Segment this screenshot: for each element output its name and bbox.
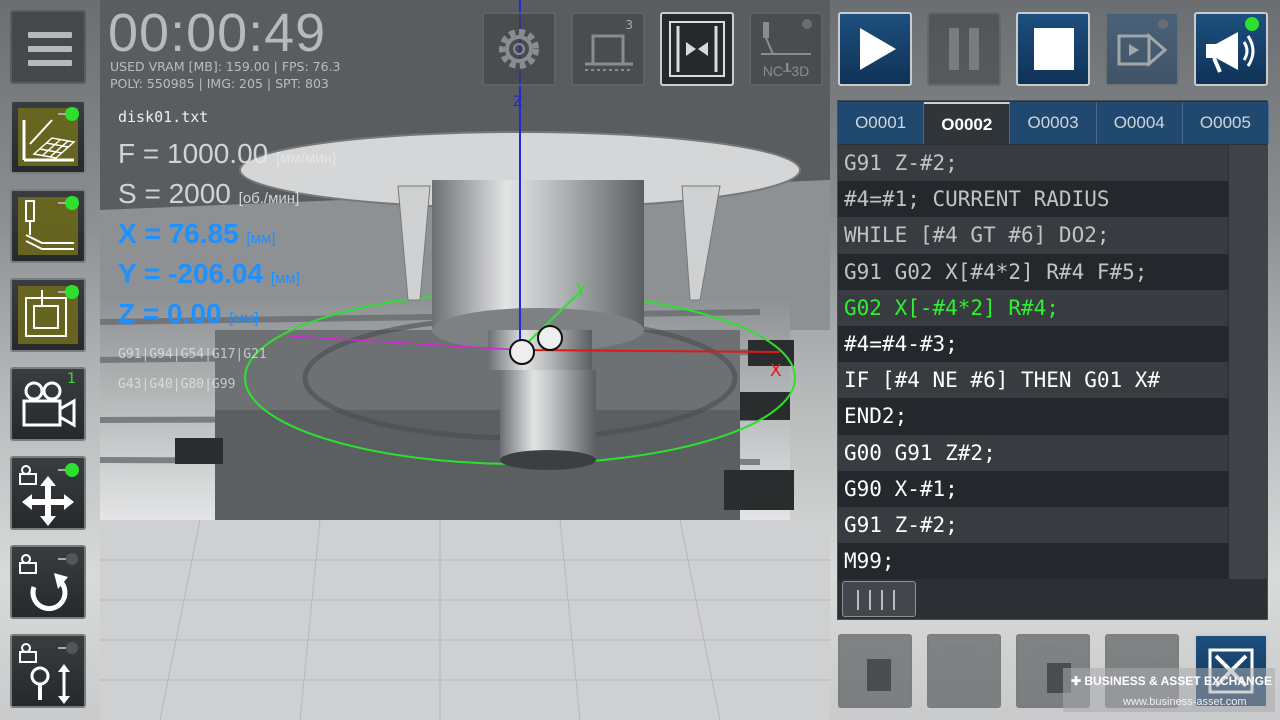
camera-button[interactable]: 1	[10, 367, 86, 441]
gear-icon	[499, 29, 539, 69]
rotate-icon	[19, 553, 78, 612]
code-line[interactable]: G91 Z-#2;	[838, 506, 1228, 544]
menu-button[interactable]	[10, 10, 86, 84]
play-icon	[860, 28, 896, 70]
spindle-speed-unit: [об./мин]	[238, 190, 300, 207]
code-line[interactable]: #4=#1; CURRENT RADIUS	[838, 181, 1228, 218]
pan-arrows-icon	[19, 463, 79, 526]
render-stats-1: USED VRAM [MB]: 159.00 | FPS: 76.3	[110, 59, 341, 74]
modal-codes-line-1: G91|G94|G54|G17|G21	[118, 347, 267, 362]
z-position-value: Z = 0.00	[118, 298, 222, 329]
megaphone-icon	[1206, 17, 1259, 73]
machine-view-button[interactable]	[10, 278, 86, 352]
camera-zoom-button[interactable]	[10, 634, 86, 708]
modal-codes-line-2: G43|G40|G80|G99	[118, 377, 236, 392]
nc-program-panel: O0001 O0002 O0003 O0004 O0005 G91 Z-#2; …	[837, 100, 1270, 620]
machine-enclosure-icon	[18, 285, 79, 344]
watermark-url: www.business-asset.com	[1123, 696, 1247, 708]
tab-o0003[interactable]: O0003	[1010, 102, 1097, 144]
copy-icon	[855, 649, 893, 693]
spindle-speed-readout: S = 2000 [об./мин]	[118, 178, 299, 210]
zoom-icon	[19, 642, 78, 704]
axis-x-label: X	[770, 361, 782, 381]
sound-button[interactable]	[1194, 12, 1268, 86]
code-line-current[interactable]: G02 X[-#4*2] R#4;	[838, 289, 1228, 326]
feed-rate-readout: F = 1000.00 [мм/мин]	[118, 138, 336, 170]
z-position-readout: Z = 0.00 [мм]	[118, 298, 258, 330]
step-forward-icon	[1117, 19, 1168, 68]
y-position-unit: [мм]	[270, 270, 300, 287]
drill-tool-icon	[18, 196, 79, 255]
camera-pan-button[interactable]	[10, 456, 86, 530]
axis-y-label: Y	[575, 281, 587, 301]
camera-count-badge: 1	[67, 371, 76, 387]
code-line[interactable]: WHILE [#4 GT #6] DO2;	[838, 217, 1228, 254]
program-filename: disk01.txt	[118, 108, 209, 126]
camera-rotate-button[interactable]	[10, 545, 86, 619]
feed-rate-value: F = 1000.00	[118, 138, 269, 169]
tab-o0004[interactable]: O0004	[1096, 102, 1183, 144]
code-line[interactable]: IF [#4 NE #6] THEN G01 X#	[838, 362, 1228, 399]
tab-o0001[interactable]: O0001	[838, 102, 925, 144]
code-vertical-scrollbar[interactable]	[1229, 145, 1268, 579]
stop-button[interactable]	[1016, 12, 1090, 86]
program-tabs: O0001 O0002 O0003 O0004 O0005	[838, 101, 1270, 145]
code-horizontal-scroll-handle[interactable]	[842, 581, 916, 617]
tab-o0002[interactable]: O0002	[924, 102, 1011, 144]
z-position-unit: [мм]	[229, 310, 259, 327]
code-line[interactable]: END2;	[838, 398, 1228, 435]
scissors-icon	[944, 647, 989, 696]
fit-width-icon	[669, 21, 725, 77]
nc-3d-toggle-button[interactable]: NC┸3D	[749, 12, 823, 86]
pause-icon	[949, 28, 979, 70]
fit-view-button[interactable]	[660, 12, 734, 86]
elapsed-timer: 00:00:49	[108, 3, 327, 63]
toolpath-grid-icon	[18, 107, 79, 166]
copy-button[interactable]	[838, 634, 912, 708]
code-editor[interactable]: G91 Z-#2; #4=#1; CURRENT RADIUS WHILE [#…	[838, 145, 1228, 579]
watermark: ✚ BUSINESS & ASSET EXCHANGE www.business…	[1063, 668, 1275, 712]
cut-button[interactable]	[927, 634, 1001, 708]
workpiece-count-badge: 3	[625, 18, 633, 32]
axis-z-label: Z	[513, 94, 523, 110]
code-line[interactable]: G90 X-#1;	[838, 470, 1228, 507]
play-button[interactable]	[838, 12, 912, 86]
feed-rate-unit: [мм/мин]	[276, 150, 337, 167]
step-button[interactable]	[1105, 12, 1179, 86]
x-position-readout: X = 76.85 [мм]	[118, 218, 275, 250]
toolpath-view-button[interactable]	[10, 100, 86, 174]
code-line[interactable]: G91 G02 X[#4*2] R#4 F#5;	[838, 253, 1228, 290]
spindle-speed-value: S = 2000	[118, 178, 231, 209]
x-position-value: X = 76.85	[118, 218, 239, 249]
code-line[interactable]: G00 G91 Z#2;	[838, 434, 1228, 471]
code-line[interactable]: G91 Z-#2;	[838, 145, 1228, 182]
render-stats-2: POLY: 550985 | IMG: 205 | SPT: 803	[110, 76, 329, 91]
y-position-readout: Y = -206.04 [мм]	[118, 258, 300, 290]
code-line[interactable]: M99;	[838, 543, 1228, 579]
code-line[interactable]: #4=#4-#3;	[838, 325, 1228, 363]
settings-button[interactable]	[482, 12, 556, 86]
workpiece-button[interactable]: 3	[571, 12, 645, 86]
stop-icon	[1034, 28, 1074, 70]
nc-3d-label: NC┸3D	[763, 62, 810, 79]
tab-o0005[interactable]: O0005	[1182, 102, 1270, 144]
y-position-value: Y = -206.04	[118, 258, 264, 289]
watermark-brand: ✚ BUSINESS & ASSET EXCHANGE	[1071, 674, 1272, 688]
pause-button[interactable]	[927, 12, 1001, 86]
nc-3d-icon: NC┸3D	[761, 19, 812, 79]
tool-view-button[interactable]	[10, 189, 86, 263]
x-position-unit: [мм]	[246, 230, 276, 247]
